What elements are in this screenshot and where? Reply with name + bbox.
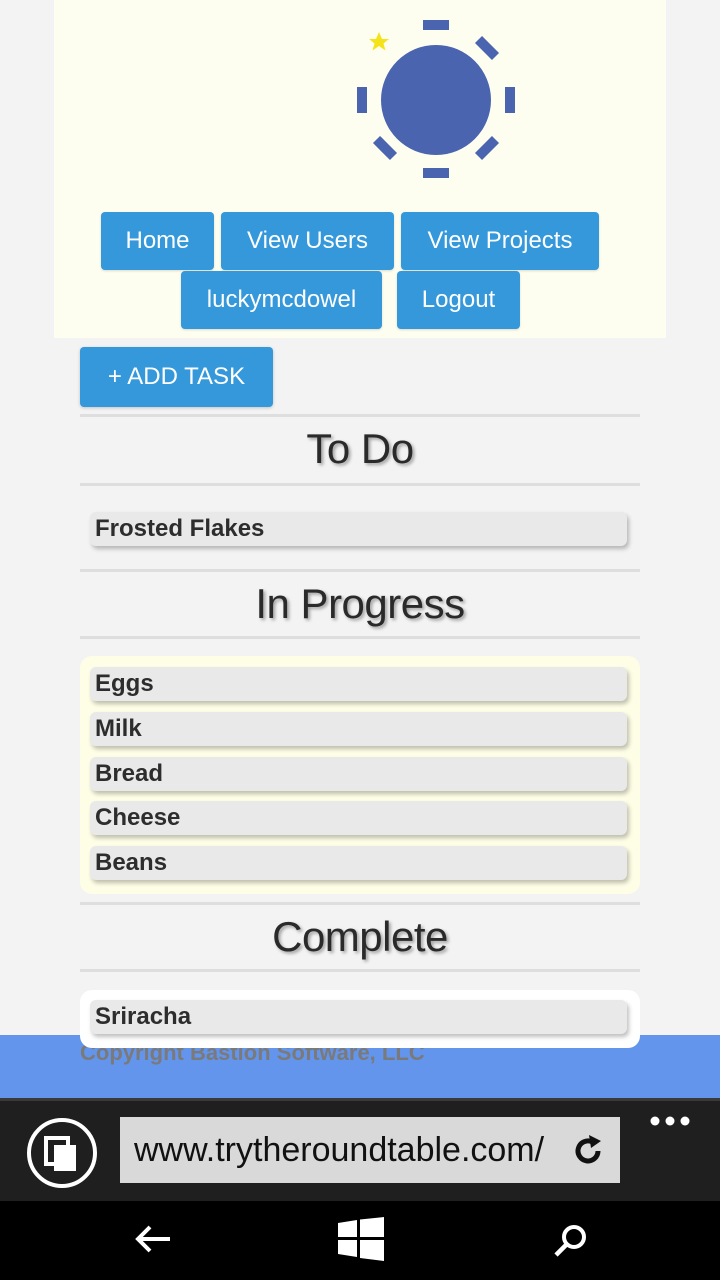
- task-item[interactable]: Eggs: [90, 667, 627, 701]
- divider: [80, 636, 640, 639]
- divider: [80, 414, 640, 417]
- view-projects-button[interactable]: View Projects: [401, 212, 599, 270]
- complete-title: Complete: [272, 913, 448, 960]
- task-item[interactable]: Bread: [90, 757, 627, 791]
- browser-address-bar: www.trytheroundtable.com/: [0, 1098, 720, 1201]
- divider: [80, 569, 640, 572]
- round-table-logo[interactable]: [354, 12, 524, 182]
- tabs-icon: [44, 1136, 76, 1171]
- in-progress-title: In Progress: [255, 580, 465, 627]
- logout-button[interactable]: Logout: [397, 271, 520, 329]
- add-task-button[interactable]: + ADD TASK: [80, 347, 273, 407]
- task-item[interactable]: Frosted Flakes: [90, 512, 627, 546]
- url-text: www.trytheroundtable.com/: [134, 1131, 545, 1169]
- search-icon[interactable]: [553, 1223, 589, 1259]
- system-nav-bar: [0, 1201, 720, 1280]
- task-item[interactable]: Sriracha: [90, 1000, 627, 1034]
- more-dots-icon[interactable]: [650, 1115, 690, 1127]
- task-item[interactable]: Cheese: [90, 801, 627, 835]
- tabs-button[interactable]: [27, 1118, 97, 1188]
- todo-list: Frosted Flakes: [80, 502, 640, 558]
- divider: [80, 902, 640, 905]
- todo-title: To Do: [306, 425, 414, 472]
- in-progress-list: Eggs Milk Bread Cheese Beans: [80, 656, 640, 894]
- task-item[interactable]: Milk: [90, 712, 627, 746]
- divider: [80, 483, 640, 486]
- complete-list: Sriracha: [80, 990, 640, 1048]
- task-item[interactable]: Beans: [90, 846, 627, 880]
- address-field[interactable]: www.trytheroundtable.com/: [120, 1117, 620, 1183]
- user-profile-button[interactable]: luckymcdowel: [181, 271, 382, 329]
- refresh-icon[interactable]: [570, 1133, 606, 1169]
- view-users-button[interactable]: View Users: [221, 212, 394, 270]
- windows-start-icon[interactable]: [338, 1217, 384, 1261]
- back-arrow-icon[interactable]: [134, 1223, 172, 1255]
- star-icon: [369, 32, 389, 51]
- home-button[interactable]: Home: [101, 212, 214, 270]
- divider: [80, 969, 640, 972]
